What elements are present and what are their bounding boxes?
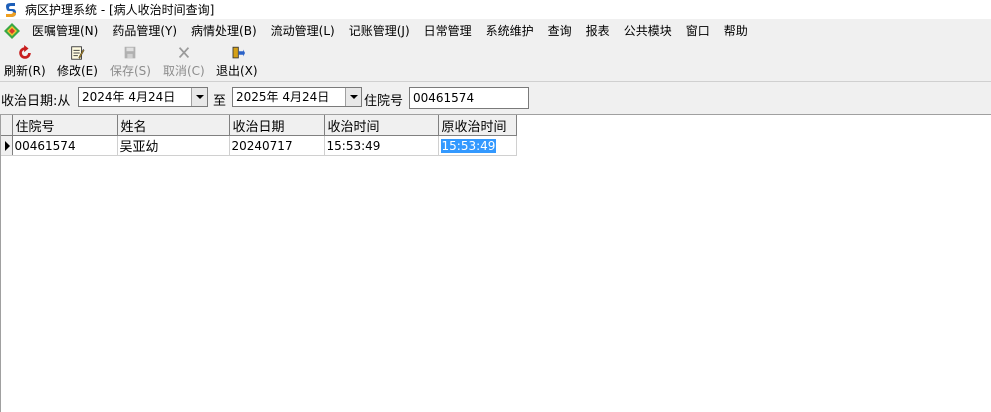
cell-admit-date[interactable]: 20240717: [229, 135, 325, 156]
title-bar: 病区护理系统 - [病人收治时间查询]: [0, 0, 991, 19]
exit-button[interactable]: 退出(X): [216, 45, 258, 79]
menu-daily[interactable]: 日常管理: [417, 22, 479, 39]
table-row[interactable]: 00461574 吴亚幼 20240717 15:53:49 15:53:49: [1, 135, 517, 156]
menu-bar: 医嘱管理(N) 药品管理(Y) 病情处理(B) 流动管理(L) 记账管理(J) …: [0, 19, 991, 42]
filter-bar: 收治日期:从 2024年 4月24日 至 2025年 4月24日 住院号 004…: [0, 82, 991, 114]
edit-button[interactable]: 修改(E): [57, 45, 98, 79]
save-disk-icon: [125, 46, 136, 59]
mdi-child-icon[interactable]: [3, 22, 21, 40]
refresh-icon: [19, 45, 31, 59]
to-label: 至: [213, 94, 227, 109]
menu-reports[interactable]: 报表: [579, 22, 617, 39]
from-date-value: 2024年 4月24日: [82, 90, 176, 104]
grid-header-row: 住院号 姓名 收治日期 收治时间 原收治时间: [1, 115, 517, 136]
to-date-dropdown-icon[interactable]: [345, 88, 361, 106]
to-date-picker[interactable]: 2025年 4月24日: [232, 87, 362, 107]
column-header-inpatient-no[interactable]: 住院号: [12, 115, 118, 136]
exit-label: 退出(X): [216, 64, 258, 78]
selected-cell-text[interactable]: 15:53:49: [440, 138, 497, 153]
menu-system[interactable]: 系统维护: [479, 22, 541, 39]
menu-help[interactable]: 帮助: [717, 22, 755, 39]
from-date-picker[interactable]: 2024年 4月24日: [78, 87, 208, 107]
menu-flow[interactable]: 流动管理(L): [264, 22, 342, 39]
exit-door-icon: [232, 46, 245, 59]
menu-window[interactable]: 窗口: [679, 22, 717, 39]
toolbar: 刷新(R) 修改(E) 保存(S) 取消(C) 退出(X): [0, 42, 991, 82]
inpatient-no-input[interactable]: 00461574: [409, 87, 529, 109]
cancel-label: 取消(C): [163, 64, 205, 78]
menu-public[interactable]: 公共模块: [617, 22, 679, 39]
refresh-button[interactable]: 刷新(R): [4, 45, 46, 79]
edit-icon: [71, 46, 85, 60]
cell-name[interactable]: 吴亚幼: [117, 135, 230, 156]
cell-admit-time[interactable]: 15:53:49: [324, 135, 439, 156]
to-date-value: 2025年 4月24日: [236, 90, 330, 104]
column-header-admit-time[interactable]: 收治时间: [324, 115, 439, 136]
from-date-dropdown-icon[interactable]: [191, 88, 207, 106]
menu-billing[interactable]: 记账管理(J): [342, 22, 417, 39]
cancel-x-icon: [178, 47, 189, 59]
menu-condition[interactable]: 病情处理(B): [184, 22, 264, 39]
cell-inpatient-no[interactable]: 00461574: [12, 135, 118, 156]
window-title: 病区护理系统 - [病人收治时间查询]: [25, 3, 215, 17]
edit-label: 修改(E): [57, 64, 98, 78]
menu-drugs[interactable]: 药品管理(Y): [105, 22, 184, 39]
column-header-orig-admit-time[interactable]: 原收治时间: [438, 115, 517, 136]
current-row-pointer-icon: [5, 140, 10, 151]
header-indicator-cell: [1, 115, 13, 136]
grid-table: 住院号 姓名 收治日期 收治时间 原收治时间 00461574 吴亚幼 2024…: [1, 115, 517, 156]
save-label: 保存(S): [110, 64, 151, 78]
save-button[interactable]: 保存(S): [110, 45, 151, 79]
app-icon: [6, 2, 16, 17]
cell-orig-admit-time[interactable]: 15:53:49: [438, 135, 517, 156]
column-header-admit-date[interactable]: 收治日期: [229, 115, 325, 136]
menu-query[interactable]: 查询: [541, 22, 579, 39]
menu-orders[interactable]: 医嘱管理(N): [25, 22, 105, 39]
inpatient-no-label: 住院号: [364, 94, 404, 109]
admit-date-label: 收治日期:从: [1, 94, 71, 109]
data-grid[interactable]: 住院号 姓名 收治日期 收治时间 原收治时间 00461574 吴亚幼 2024…: [0, 114, 991, 412]
column-header-name[interactable]: 姓名: [117, 115, 230, 136]
refresh-label: 刷新(R): [4, 64, 46, 78]
row-indicator-cell: [1, 135, 13, 156]
app-window: 病区护理系统 - [病人收治时间查询] 医嘱管理(N) 药品管理(Y) 病情处理…: [0, 0, 991, 412]
cancel-button[interactable]: 取消(C): [163, 45, 205, 79]
